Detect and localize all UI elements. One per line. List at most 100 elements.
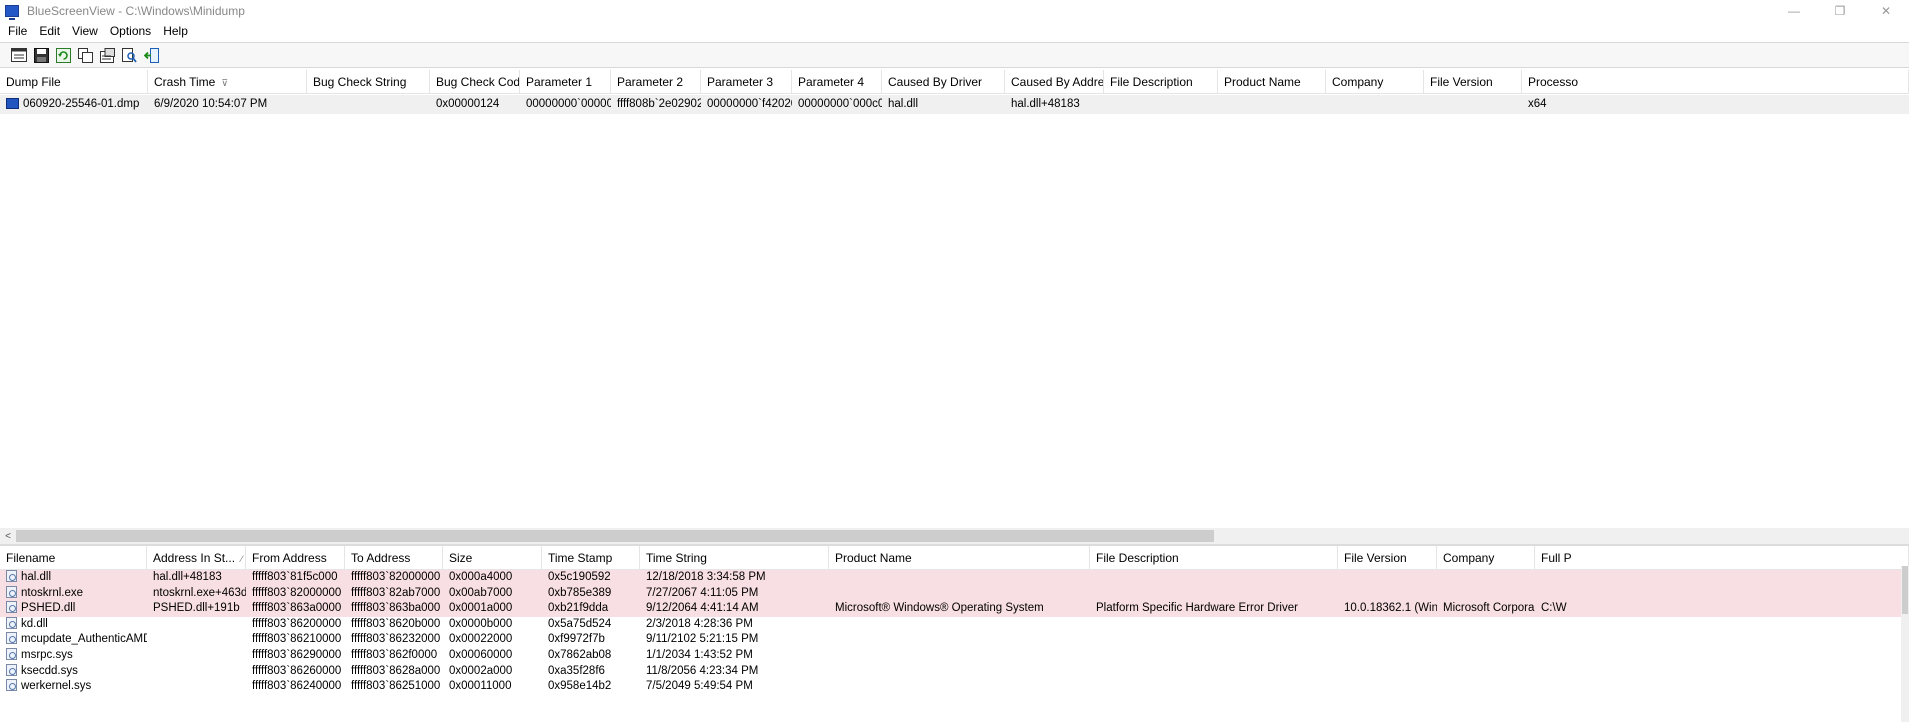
dump-column-bug-check-string[interactable]: Bug Check String [307,70,430,94]
dump-column-caused-by-driver[interactable]: Caused By Driver [882,70,1005,94]
title-bar: BlueScreenView - C:\Windows\Minidump — ❐… [0,0,1909,22]
cell-text: 6/9/2020 10:54:07 PM [154,98,268,110]
dump-column-caused-by-address[interactable]: Caused By Address [1005,70,1104,94]
column-header-label: Company [1443,551,1495,565]
driver-cell-time-string: 9/11/2102 5:21:15 PM [640,632,829,648]
driver-cell-product-name [829,617,1090,633]
dump-column-dump-file[interactable]: Dump File [0,70,148,94]
driver-row[interactable]: msrpc.sys fffff803`86290000 fffff803`862f0… [0,648,1909,664]
close-button[interactable]: ✕ [1863,0,1909,22]
driver-cell-file-version [1338,632,1437,648]
options-icon[interactable] [98,46,116,64]
driver-cell-product-name [829,648,1090,664]
save-icon[interactable] [32,46,50,64]
cell-text: mcupdate_AuthenticAMD.dll [21,633,147,646]
dump-cell-parameter-2: ffff808b`2e029028 [611,95,701,114]
menu-edit[interactable]: Edit [33,21,66,41]
dump-column-parameter-1[interactable]: Parameter 1 [520,70,611,94]
driver-cell-company: Microsoft Corpora... [1437,601,1535,617]
cell-text: fffff803`862f0000 [351,649,438,661]
driver-file-icon [6,663,17,676]
driver-cell-full-p [1535,664,1909,680]
dump-cell-file-description [1104,95,1218,114]
minimize-button[interactable]: — [1771,0,1817,22]
driver-cell-to-address: fffff803`8620b000 [345,617,443,633]
dump-column-processo[interactable]: Processo [1522,70,1909,94]
driver-row[interactable]: ksecdd.sys fffff803`86260000 fffff803`8628… [0,663,1909,680]
dump-column-company[interactable]: Company [1326,70,1424,94]
dump-cell-caused-by-address: hal.dll+48183 [1005,95,1104,114]
cell-text: fffff803`863a0000 [252,602,342,615]
find-icon[interactable] [120,46,138,64]
driver-cell-file-description [1090,648,1338,664]
column-header-label: Parameter 3 [707,75,774,89]
driver-cell-to-address: fffff803`863ba000 [345,601,443,617]
driver-column-time-string[interactable]: Time String [640,546,829,570]
driver-cell-time-stamp: 0x5c190592 [542,570,640,586]
cell-text: 12/18/2018 3:34:58 PM [646,571,766,583]
copy-icon[interactable] [76,46,94,64]
cell-text: 7/27/2067 4:11:05 PM [646,586,759,599]
dump-cell-file-version [1424,95,1522,114]
driver-cell-file-description [1090,586,1338,602]
cell-text: 0xb21f9dda [548,602,609,615]
driver-row[interactable]: werkernel.sys fffff803`86240000 fffff803`8… [0,679,1909,695]
scroll-left-arrow[interactable]: < [0,528,16,544]
column-header-label: File Description [1096,551,1179,565]
dump-column-file-description[interactable]: File Description [1104,70,1218,94]
driver-column-company[interactable]: Company [1437,546,1535,570]
driver-column-file-version[interactable]: File Version [1338,546,1437,570]
horizontal-scrollbar-thumb[interactable] [16,530,1214,542]
driver-column-size[interactable]: Size [443,546,542,570]
driver-cell-address-in-st [147,664,246,680]
horizontal-scrollbar[interactable]: < [0,528,1909,544]
menu-help[interactable]: Help [157,21,194,41]
cell-text: 0x00022000 [449,633,513,646]
driver-row[interactable]: PSHED.dll PSHED.dll+191b fffff803`863a0000… [0,601,1909,617]
column-header-label: To Address [351,551,411,565]
driver-column-to-address[interactable]: To Address [345,546,443,570]
dump-column-product-name[interactable]: Product Name [1218,70,1326,94]
driver-row[interactable]: kd.dll fffff803`86200000 fffff803`8620b000… [0,616,1909,633]
properties-icon[interactable] [10,46,28,64]
driver-row[interactable]: ntoskrnl.exe ntoskrnl.exe+463d... fffff803… [0,585,1909,602]
driver-column-file-description[interactable]: File Description [1090,546,1338,570]
driver-cell-size: 0x00011000 [443,679,542,695]
driver-row[interactable]: hal.dll hal.dll+48183 fffff803`81f5c000 fff… [0,570,1909,586]
dump-column-parameter-3[interactable]: Parameter 3 [701,70,792,94]
menu-file[interactable]: File [2,21,33,41]
dump-column-crash-time[interactable]: Crash Time ⊽ [148,70,307,94]
cell-text: 0x0000b000 [449,617,513,630]
driver-column-from-address[interactable]: From Address [246,546,345,570]
menu-options[interactable]: Options [104,21,157,41]
refresh-icon[interactable] [54,46,72,64]
cell-text: 7/5/2049 5:49:54 PM [646,680,753,693]
driver-cell-full-p [1535,648,1909,664]
exit-icon[interactable] [142,46,160,64]
dump-cell-processo: x64 [1522,95,1909,114]
vertical-scrollbar[interactable] [1901,566,1909,722]
cell-text: 0x00ab7000 [449,586,513,599]
cell-text: 0x958e14b2 [548,680,612,693]
dump-row[interactable]: 060920-25546-01.dmp 6/9/2020 10:54:07 PM 0… [0,95,1909,114]
driver-cell-to-address: fffff803`862f0000 [345,648,443,664]
driver-column-filename[interactable]: Filename [0,546,147,570]
driver-column-address-in-st[interactable]: Address In St... ⁄ [147,546,246,570]
restore-button[interactable]: ❐ [1817,0,1863,22]
driver-cell-from-address: fffff803`863a0000 [246,601,345,617]
dump-column-bug-check-code[interactable]: Bug Check Code [430,70,520,94]
driver-column-full-p[interactable]: Full P [1535,546,1909,570]
menu-view[interactable]: View [66,21,104,41]
driver-row[interactable]: mcupdate_AuthenticAMD.dll fffff803`862100… [0,632,1909,648]
dump-column-parameter-2[interactable]: Parameter 2 [611,70,701,94]
dump-column-parameter-4[interactable]: Parameter 4 [792,70,882,94]
cell-text: fffff803`82ab7000 [351,586,441,599]
cell-text: hal.dll [888,98,919,110]
vertical-scrollbar-thumb[interactable] [1902,566,1908,614]
driver-cell-filename: werkernel.sys [0,679,147,695]
driver-column-time-stamp[interactable]: Time Stamp [542,546,640,570]
driver-column-product-name[interactable]: Product Name [829,546,1090,570]
cell-text: fffff803`86260000 [252,664,342,677]
dump-column-file-version[interactable]: File Version [1424,70,1522,94]
driver-cell-from-address: fffff803`82000000 [246,586,345,602]
